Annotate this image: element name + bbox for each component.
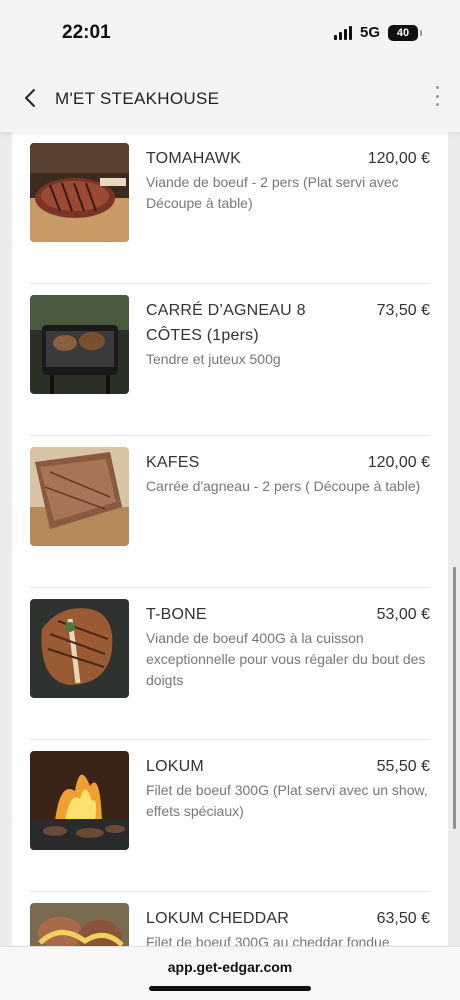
item-price: 63,50 € [376, 910, 430, 927]
network-label: 5G [359, 24, 380, 41]
item-name: TOMAHAWK [146, 150, 241, 167]
item-name: LOKUM [146, 758, 204, 775]
item-description: Carrée d'agneau - 2 pers ( Découpe à tab… [146, 478, 421, 494]
top-bar: 22:01 5G 40 M'ET STEAKHOUSE [0, 0, 460, 132]
status-icons: 5G 40 [333, 24, 422, 41]
dish-photo [30, 599, 129, 698]
item-name: CARRÉ D’AGNEAU 8 CÔTES (1pers) [146, 302, 306, 344]
item-description: Viande de boeuf - 2 pers (Plat servi ave… [146, 174, 399, 211]
item-price: 120,00 € [367, 150, 430, 167]
dish-photo [30, 295, 129, 394]
more-menu-button[interactable] [432, 86, 442, 106]
item-description: Tendre et juteux 500g [146, 351, 281, 367]
menu-item-lokum[interactable]: LOKUM 55,50 € Filet de boeuf 300G (Plat … [30, 740, 430, 892]
menu-item-t-bone[interactable]: T-BONE 53,00 € Viande de boeuf 400G à la… [30, 588, 430, 740]
dish-photo [30, 143, 129, 242]
menu-card: TOMAHAWK 120,00 € Viande de boeuf - 2 pe… [12, 132, 448, 1000]
back-button[interactable] [20, 86, 40, 110]
browser-bottom-bar: app.get-edgar.com [0, 946, 460, 1000]
menu-item-carre-agneau[interactable]: CARRÉ D’AGNEAU 8 CÔTES (1pers) 73,50 € T… [30, 284, 430, 436]
scrollbar[interactable] [453, 567, 456, 829]
status-time: 22:01 [62, 22, 111, 43]
dish-photo [30, 447, 129, 546]
menu-item-tomahawk[interactable]: TOMAHAWK 120,00 € Viande de boeuf - 2 pe… [30, 132, 430, 284]
menu-item-kafes[interactable]: KAFES 120,00 € Carrée d'agneau - 2 pers … [30, 436, 430, 588]
item-name: KAFES [146, 454, 200, 471]
item-price: 120,00 € [367, 454, 430, 471]
item-price: 55,50 € [376, 758, 430, 775]
more-vertical-icon [435, 86, 439, 89]
item-price: 73,50 € [376, 302, 430, 319]
page-title: M'ET STEAKHOUSE [55, 89, 220, 108]
item-price: 53,00 € [376, 606, 430, 623]
dish-photo [30, 751, 129, 850]
item-name: LOKUM CHEDDAR [146, 910, 290, 927]
url-label[interactable]: app.get-edgar.com [0, 959, 460, 975]
item-description: Viande de boeuf 400G à la cuisson except… [146, 630, 426, 688]
home-indicator[interactable] [149, 986, 311, 991]
item-name: T-BONE [146, 606, 207, 623]
battery-icon: 40 [388, 24, 422, 41]
chevron-left-icon [25, 89, 35, 107]
signal-icon [333, 25, 352, 40]
item-description: Filet de boeuf 300G (Plat servi avec un … [146, 782, 428, 819]
